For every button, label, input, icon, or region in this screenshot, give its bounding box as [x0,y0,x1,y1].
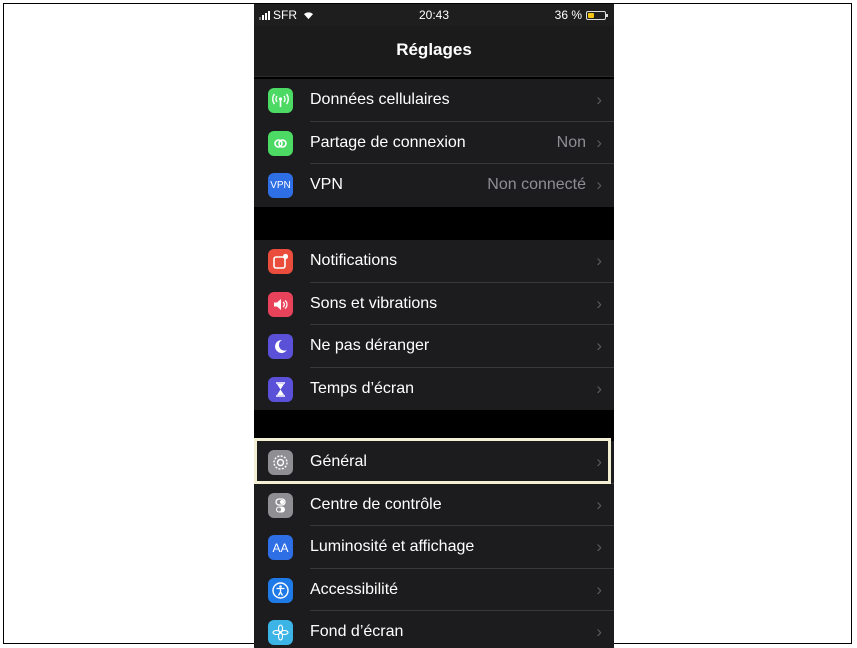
settings-group-network: Données cellulaires › Partage de connexi… [254,79,614,207]
chevron-right-icon: › [596,175,602,195]
settings-group-notifications: Notifications › Sons et vibrations › Ne … [254,240,614,410]
accessibility-icon [268,577,293,603]
settings-row-cellular[interactable]: Données cellulaires › [254,79,614,122]
text-size-icon: AA [268,535,293,560]
chevron-right-icon: › [596,537,602,557]
antenna-icon [268,88,293,113]
settings-row-label: Centre de contrôle [310,495,442,513]
settings-row-wallpaper[interactable]: Fond d’écran › [254,611,614,648]
settings-row-label: Général [310,453,367,471]
status-bar: SFR 20:43 36 % [254,4,614,26]
settings-row-label: Partage de connexion [310,133,466,151]
chevron-right-icon: › [596,251,602,271]
settings-row-label: VPN [310,176,343,194]
settings-row-label: Accessibilité [310,580,399,598]
hotspot-icon [268,130,293,156]
settings-row-hotspot[interactable]: Partage de connexion Non › [254,122,614,164]
chevron-right-icon: › [596,293,602,313]
notifications-icon [268,249,293,274]
battery-percent: 36 % [554,8,582,22]
speaker-icon [268,291,293,317]
settings-row-value: Non connecté [487,176,586,194]
settings-row-general[interactable]: Général › [254,441,614,484]
settings-row-label: Données cellulaires [310,91,450,109]
settings-row-accessibility[interactable]: Accessibilité › [254,569,614,611]
settings-row-label: Sons et vibrations [310,294,438,312]
settings-row-dnd[interactable]: Ne pas déranger › [254,325,614,368]
chevron-right-icon: › [596,452,602,472]
vpn-icon: VPN [268,173,293,198]
chevron-right-icon: › [596,378,602,398]
settings-row-label: Notifications [310,252,398,270]
settings-row-label: Luminosité et affichage [310,538,475,556]
settings-row-screen-time[interactable]: Temps d’écran › [254,368,614,411]
toggles-icon [268,492,293,518]
chevron-right-icon: › [596,622,602,642]
page-title: Réglages [396,40,472,59]
hourglass-icon [268,376,293,402]
nav-bar: Réglages [254,26,614,77]
settings-row-label: Ne pas déranger [310,337,430,355]
settings-row-notifications[interactable]: Notifications › [254,240,614,283]
battery-icon [586,10,608,20]
chevron-right-icon: › [596,132,602,152]
settings-row-label: Fond d’écran [310,623,404,641]
chevron-right-icon: › [596,90,602,110]
moon-icon [268,334,293,359]
chevron-right-icon: › [596,336,602,356]
settings-row-control-center[interactable]: Centre de contrôle › [254,484,614,526]
settings-row-value: Non [556,133,586,151]
settings-row-display[interactable]: AA Luminosité et affichage › [254,526,614,569]
settings-group-general: Général › Centre de contrôle › AA Lumino… [254,441,614,648]
chevron-right-icon: › [596,494,602,514]
phone-screen: SFR 20:43 36 % Réglages Données cellulai… [254,4,614,648]
settings-row-label: Temps d’écran [310,379,415,397]
gear-icon [268,450,293,475]
settings-row-vpn[interactable]: VPN VPN Non connecté › [254,164,614,207]
chevron-right-icon: › [596,579,602,599]
flower-icon [268,620,293,645]
settings-row-sounds[interactable]: Sons et vibrations › [254,283,614,325]
